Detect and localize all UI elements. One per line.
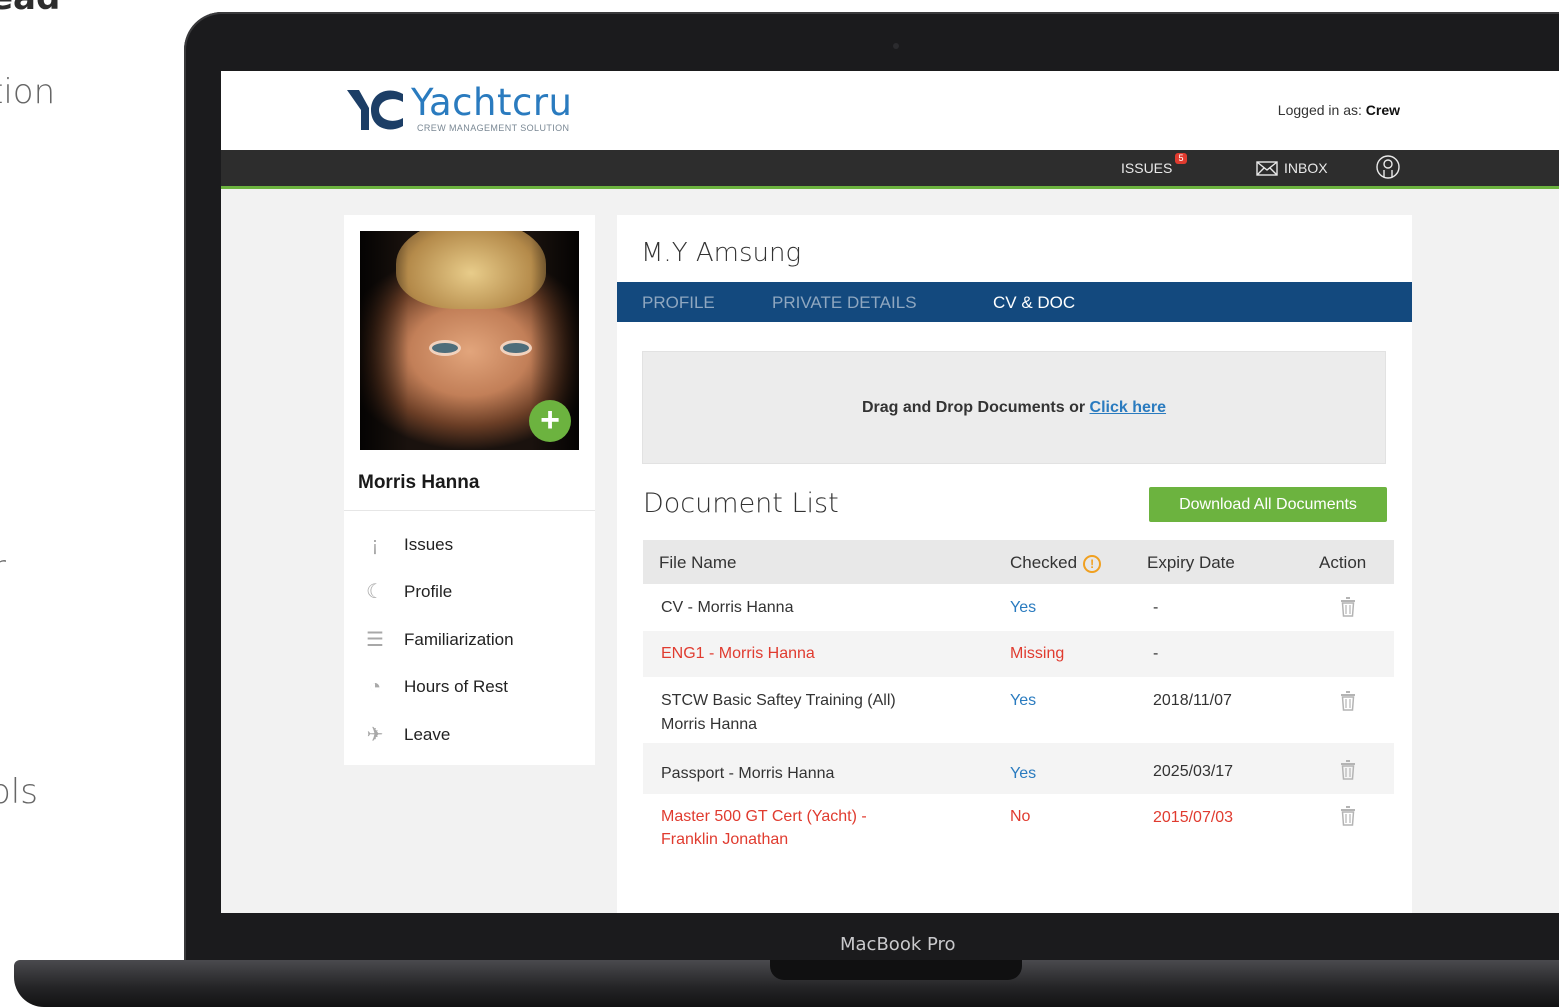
checked-status: Yes — [1010, 599, 1037, 616]
expiry-date: - — [1153, 645, 1159, 662]
menu-item-hours-of-rest[interactable]: ◔ Hours of Rest — [344, 665, 595, 709]
column-header: Checked — [1010, 553, 1078, 572]
file-name[interactable]: Passport - Morris Hanna — [661, 765, 834, 783]
gauge-icon: ◔ — [368, 676, 382, 698]
trash-icon[interactable] — [1340, 760, 1356, 780]
menu-label: Hours of Rest — [404, 677, 508, 696]
side-text-line: tion — [0, 72, 56, 112]
table-header: File Name Checked! Expiry Date Action — [643, 540, 1394, 584]
menu-item-familiarization[interactable]: ☰ Familiarization — [344, 618, 595, 662]
expiry-date: 2015/07/03 — [1153, 809, 1234, 826]
checked-status: Yes — [1010, 692, 1037, 709]
issues-count-badge: 5 — [1175, 153, 1187, 164]
logo-icon[interactable] — [345, 86, 407, 134]
side-text-line: ols — [0, 772, 38, 812]
user-outline-icon: ☾ — [366, 581, 384, 603]
column-header: Expiry Date — [1147, 553, 1235, 572]
trash-icon[interactable] — [1340, 691, 1356, 711]
file-name[interactable]: Master 500 GT Cert (Yacht) - — [661, 808, 867, 826]
tab-cv-doc[interactable]: CV & DOC — [993, 293, 1075, 313]
download-all-button[interactable]: Download All Documents — [1149, 487, 1387, 522]
logged-in-prefix: Logged in as: — [1277, 102, 1362, 118]
file-name[interactable]: ENG1 - Morris Hanna — [661, 645, 815, 663]
add-photo-button[interactable]: + — [529, 400, 571, 442]
side-heading: ead — [0, 0, 60, 18]
file-name-line2[interactable]: Morris Hanna — [661, 716, 757, 734]
device-label: MacBook Pro — [840, 934, 956, 955]
nav-issues-link[interactable]: ISSUES — [1121, 160, 1172, 176]
trash-icon[interactable] — [1340, 597, 1356, 617]
vessel-title: M.Y Amsung — [641, 238, 802, 268]
menu-label: Leave — [404, 725, 451, 744]
menu-item-profile[interactable]: ☾ Profile — [344, 570, 595, 614]
main-panel: M.Y Amsung PROFILE PRIVATE DETAILS CV & … — [617, 215, 1412, 913]
document-list-title: Document List — [643, 488, 839, 519]
checked-status: Missing — [1010, 645, 1065, 662]
file-name[interactable]: STCW Basic Saftey Training (All) — [661, 692, 896, 710]
file-name[interactable]: CV - Morris Hanna — [661, 599, 793, 617]
menu-label: Profile — [404, 582, 453, 601]
column-header: Action — [1319, 553, 1367, 572]
camera-icon — [893, 43, 899, 49]
menu-label: Issues — [404, 535, 454, 554]
menu-item-issues[interactable]: ¡ Issues — [344, 523, 595, 567]
app-screen: Yachtcru CREW MANAGEMENT SOLUTION Logged… — [221, 71, 1559, 913]
laptop-notch — [770, 960, 1022, 980]
checked-status: No — [1010, 808, 1031, 825]
logged-in-status: Logged in as: Crew — [1278, 102, 1400, 118]
trash-icon[interactable] — [1340, 806, 1356, 826]
tab-profile[interactable]: PROFILE — [642, 293, 715, 313]
nav-inbox-label: INBOX — [1284, 160, 1328, 176]
document-dropzone[interactable]: Drag and Drop Documents or Click here — [642, 351, 1386, 464]
app-header: Yachtcru CREW MANAGEMENT SOLUTION Logged… — [221, 71, 1559, 150]
tab-private-details[interactable]: PRIVATE DETAILS — [772, 293, 917, 313]
side-text-line: r — [0, 548, 6, 588]
checked-status: Yes — [1010, 765, 1037, 782]
column-header-checked: Checked! — [1010, 553, 1102, 573]
column-header: File Name — [659, 553, 737, 572]
table-row: Master 500 GT Cert (Yacht) - Franklin Jo… — [643, 794, 1394, 858]
logo-tagline: CREW MANAGEMENT SOLUTION — [417, 123, 570, 133]
divider — [344, 510, 595, 511]
table-row: STCW Basic Saftey Training (All) Morris … — [643, 677, 1394, 743]
tab-bar: PROFILE PRIVATE DETAILS CV & DOC — [617, 282, 1412, 322]
upload-link[interactable]: Click here — [1090, 399, 1166, 416]
plane-icon: ✈ — [366, 724, 384, 746]
top-nav: ISSUES 5 INBOX — [221, 150, 1559, 189]
user-account-icon[interactable] — [1376, 155, 1400, 179]
exclamation-icon: ¡ — [371, 534, 379, 556]
logo-name[interactable]: Yachtcru — [411, 81, 573, 124]
document-table: File Name Checked! Expiry Date Action CV… — [643, 540, 1394, 858]
file-name-line2[interactable]: Franklin Jonathan — [661, 831, 788, 849]
expiry-date: 2018/11/07 — [1153, 692, 1232, 709]
table-row: CV - Morris Hanna Yes - — [643, 584, 1394, 631]
table-row: Passport - Morris Hanna Yes 2025/03/17 — [643, 743, 1394, 794]
dropzone-text: Drag and Drop Documents or — [861, 399, 1086, 416]
menu-label: Familiarization — [404, 630, 514, 649]
menu-item-leave[interactable]: ✈ Leave — [344, 713, 595, 757]
warning-icon[interactable]: ! — [1083, 554, 1102, 573]
crew-name: Morris Hanna — [358, 472, 480, 493]
profile-card: + Morris Hanna ¡ Issues ☾ Profile ☰ Fami… — [344, 215, 595, 765]
nav-inbox-link[interactable]: INBOX — [1256, 160, 1328, 176]
table-row: ENG1 - Morris Hanna Missing - — [643, 631, 1394, 677]
expiry-date: - — [1153, 599, 1159, 616]
logged-in-user: Crew — [1365, 102, 1400, 118]
expiry-date: 2025/03/17 — [1153, 763, 1234, 780]
envelope-icon — [1256, 160, 1278, 176]
list-icon: ☰ — [366, 629, 384, 651]
